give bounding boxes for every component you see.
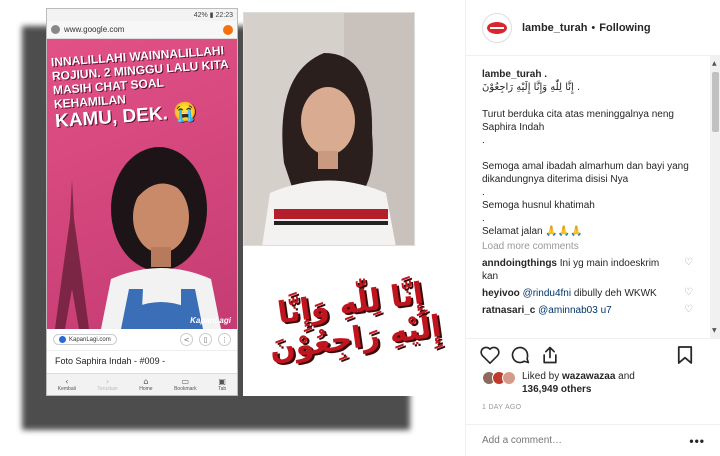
liker-username[interactable]: wazawazaa bbox=[562, 371, 615, 382]
source-icon bbox=[59, 336, 66, 343]
article-photo: INNALILLAHI WAINNALILLAHI ROJIUN. 2 MING… bbox=[47, 39, 237, 329]
meme-caption: INNALILLAHI WAINNALILLAHI ROJIUN. 2 MING… bbox=[50, 43, 235, 133]
nav-forward: › Teruskan bbox=[97, 377, 117, 392]
back-icon: ‹ bbox=[65, 377, 69, 386]
avatar[interactable] bbox=[482, 12, 512, 43]
add-comment-bar: ••• bbox=[466, 424, 720, 456]
comment-button[interactable] bbox=[510, 343, 540, 367]
phone-screenshot: 42% ▮ 22:23 www.google.com INNALILLAHI W… bbox=[46, 8, 238, 396]
likes-count[interactable]: 136,949 others bbox=[522, 384, 592, 395]
caption-dot-1: . bbox=[482, 135, 485, 146]
notification-icon bbox=[223, 24, 233, 35]
phone-page-title: Foto Saphira Indah - #009 - bbox=[55, 356, 166, 366]
site-icon bbox=[51, 25, 60, 34]
comment-username[interactable]: heyivoo bbox=[482, 288, 520, 299]
nav-back: ‹ Kembali bbox=[58, 377, 76, 392]
nav-tab-label: Tab bbox=[218, 386, 227, 392]
comment-row: heyivoo @rindu4fni dibully deh WKWK ♡ bbox=[482, 287, 697, 300]
nav-home: ⌂ Home bbox=[139, 377, 152, 392]
nav-forward-label: Teruskan bbox=[97, 386, 118, 392]
phone-url-bar: www.google.com bbox=[47, 21, 237, 39]
home-icon: ⌂ bbox=[143, 377, 149, 386]
bookmark-nav-icon: ▭ bbox=[181, 377, 190, 386]
share-icon: < bbox=[180, 333, 193, 346]
post-timestamp[interactable]: 1 DAY AGO bbox=[482, 404, 521, 411]
more-options-button[interactable]: ••• bbox=[689, 434, 705, 448]
arabic-calligraphy: إِنَّا لِلّٰهِ وَإِنَّا إِلَيْهِ رَاجِعُ… bbox=[267, 276, 444, 368]
phone-share-row: KapanLagi.com < ▯ ⋮ bbox=[47, 329, 237, 351]
avatar[interactable] bbox=[502, 371, 516, 385]
caption-para-1: Turut berduka cita atas meninggalnya nen… bbox=[482, 109, 674, 133]
heart-icon[interactable]: ♡ bbox=[684, 304, 693, 315]
nav-home-label: Home bbox=[139, 386, 153, 392]
caption-arabic: إِنَّا لِلّٰهِ وَإِنَّا إِلَيْهِ رَاجِعُ… bbox=[482, 82, 581, 93]
heart-outline-icon bbox=[480, 346, 500, 364]
source-label: KapanLagi.com bbox=[69, 336, 111, 343]
heart-icon[interactable]: ♡ bbox=[684, 287, 693, 298]
load-more-comments-button[interactable]: Load more comments bbox=[482, 240, 697, 253]
header-username[interactable]: lambe_turah bbox=[522, 22, 587, 34]
share-button[interactable] bbox=[540, 343, 570, 367]
caption-para-2: Semoga amal ibadah almarhum dan bayi yan… bbox=[482, 161, 689, 185]
likes-middle: and bbox=[615, 371, 635, 382]
comment-username[interactable]: anndoingthings bbox=[482, 258, 557, 269]
caption-para-4: Selamat jalan 🙏🙏🙏 bbox=[482, 226, 583, 237]
arabic-calligraphy-area: إِنَّا لِلّٰهِ وَإِنَّا إِلَيْهِ رَاجِعُ… bbox=[243, 246, 453, 396]
scroll-down-icon[interactable]: ▼ bbox=[712, 327, 717, 334]
post-image[interactable]: 42% ▮ 22:23 www.google.com INNALILLAHI W… bbox=[0, 0, 465, 456]
tabs-icon: ▣ bbox=[218, 377, 226, 386]
header-separator: • bbox=[591, 21, 596, 34]
save-button[interactable] bbox=[677, 343, 707, 367]
following-button[interactable]: Following bbox=[599, 22, 650, 34]
forward-icon: › bbox=[105, 377, 110, 386]
source-chip: KapanLagi.com bbox=[53, 334, 117, 345]
status-right: 42% ▮ 22:23 bbox=[193, 12, 233, 19]
scrollbar-thumb[interactable] bbox=[712, 72, 719, 132]
caption-username[interactable]: lambe_turah . bbox=[482, 68, 697, 81]
woman-portrait bbox=[101, 147, 221, 329]
nav-bookmark: ▭ Bookmark bbox=[174, 377, 197, 392]
bookmark-outline-icon bbox=[677, 345, 693, 364]
comment-username[interactable]: ratnasari_c bbox=[482, 305, 535, 316]
nav-back-label: Kembali bbox=[57, 386, 76, 392]
likes-summary: Liked by wazawazaa and 136,949 others bbox=[482, 370, 712, 396]
phone-nav-bar: ‹ Kembali › Teruskan ⌂ Home ▭ Bookmark ▣ Tab bbox=[47, 373, 237, 395]
caption-para-3: Semoga husnul khatimah bbox=[482, 200, 595, 211]
instagram-post-view: 42% ▮ 22:23 www.google.com INNALILLAHI W… bbox=[0, 0, 720, 456]
comment-row: anndoingthings Ini yg main indoeskrim ka… bbox=[482, 257, 697, 283]
heart-icon[interactable]: ♡ bbox=[684, 257, 693, 268]
selfie-photo bbox=[243, 12, 415, 246]
scroll-up-icon[interactable]: ▲ bbox=[712, 60, 717, 67]
likes-text: Liked by wazawazaa and 136,949 others bbox=[522, 370, 635, 396]
liker-avatars bbox=[482, 371, 516, 385]
caption-dot-3: . bbox=[482, 213, 485, 224]
add-comment-input[interactable] bbox=[482, 435, 690, 446]
kapanlagi-watermark: KapanLagi bbox=[190, 316, 231, 325]
post-side-panel: lambe_turah • Following lambe_turah . إِ… bbox=[465, 0, 720, 456]
woman-selfie bbox=[244, 13, 414, 245]
bookmark-icon: ▯ bbox=[199, 333, 212, 346]
more-vert-icon: ⋮ bbox=[218, 333, 231, 346]
nav-tab: ▣ Tab bbox=[218, 377, 226, 392]
share-upload-icon bbox=[543, 346, 557, 363]
lips-logo-icon bbox=[487, 21, 507, 34]
comments-list[interactable]: lambe_turah . إِنَّا لِلّٰهِ وَإِنَّا إِ… bbox=[466, 56, 713, 338]
comment-bubble-icon bbox=[511, 346, 530, 363]
post-actions bbox=[466, 338, 720, 370]
comment-mention[interactable]: @aminnab03 u7 bbox=[538, 305, 612, 316]
post-header: lambe_turah • Following bbox=[466, 0, 720, 56]
comment-mention[interactable]: @rindu4fni bbox=[523, 288, 572, 299]
comment-text: dibully deh WKWK bbox=[571, 288, 657, 299]
phone-url: www.google.com bbox=[64, 25, 125, 34]
comment-row: ratnasari_c @aminnab03 u7 ♡ bbox=[482, 304, 697, 317]
caption-dot-2: . bbox=[482, 187, 485, 198]
comments-scrollbar[interactable]: ▲ ▼ bbox=[710, 56, 720, 338]
like-button[interactable] bbox=[480, 343, 510, 367]
likes-prefix: Liked by bbox=[522, 371, 563, 382]
phone-status-bar: 42% ▮ 22:23 bbox=[47, 9, 237, 21]
nav-bookmark-label: Bookmark bbox=[174, 386, 197, 392]
